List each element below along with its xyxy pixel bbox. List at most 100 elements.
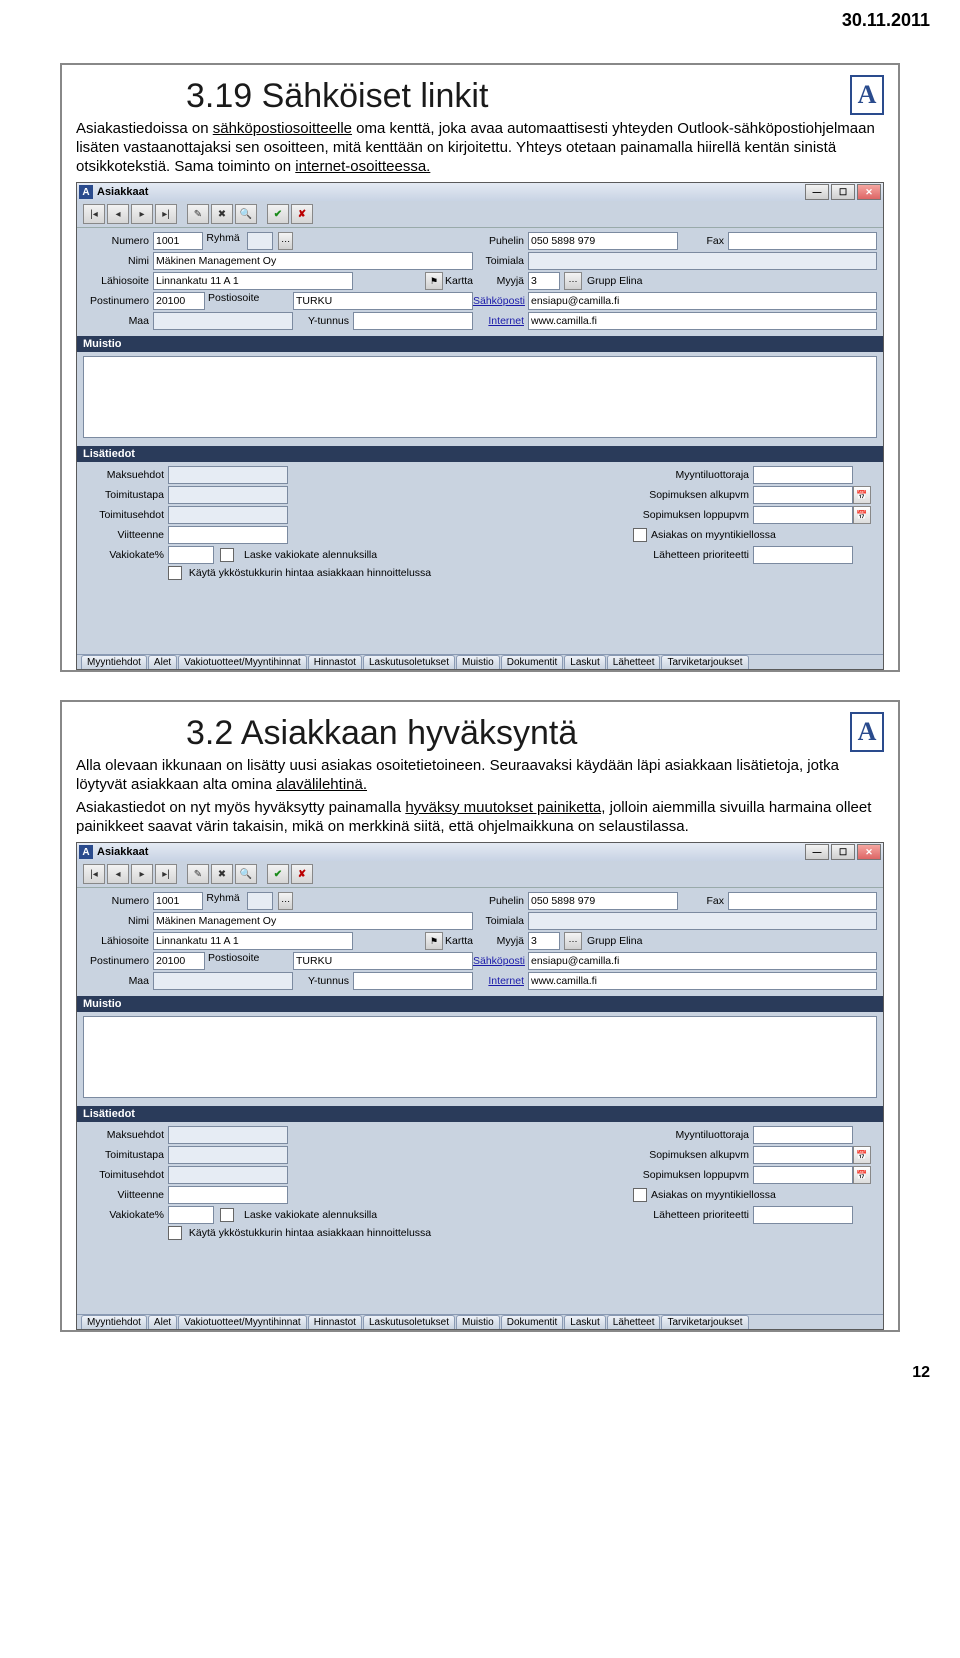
tab-lahetteet[interactable]: Lähetteet [607,655,661,669]
ytunnus-input[interactable] [353,972,473,990]
myyntiluotto-input[interactable] [753,1126,853,1144]
lahetteen-input[interactable] [753,1206,853,1224]
lahiosoite-input[interactable]: Linnankatu 11 A 1 [153,932,353,950]
tab-hinnastot[interactable]: Hinnastot [308,655,362,669]
tab-alet[interactable]: Alet [148,655,177,669]
toimitusehdot-input[interactable] [168,506,288,524]
search-button[interactable]: 🔍 [235,204,257,224]
vakiokate-input[interactable] [168,546,214,564]
nav-next-button[interactable]: ▸ [131,204,153,224]
tab-tarviketarjoukset[interactable]: Tarviketarjoukset [661,655,748,669]
toimitustapa-input[interactable] [168,486,288,504]
nav-next-button[interactable]: ▸ [131,864,153,884]
accept-button[interactable]: ✔ [267,864,289,884]
laske-vakio-checkbox[interactable] [220,548,234,562]
cancel-button[interactable]: ✘ [291,204,313,224]
nimi-input[interactable]: Mäkinen Management Oy [153,252,473,270]
calendar-icon[interactable]: 📅 [853,1146,871,1164]
fax-input[interactable] [728,892,877,910]
sahkoposti-link[interactable]: Sähköposti [473,295,528,307]
numero-input[interactable]: 1001 [153,232,203,250]
fax-input[interactable] [728,232,877,250]
nimi-input[interactable]: Mäkinen Management Oy [153,912,473,930]
tab-alet[interactable]: Alet [148,1315,177,1329]
laske-vakio-checkbox[interactable] [220,1208,234,1222]
myyja-input[interactable]: 3 [528,272,560,290]
nav-prev-button[interactable]: ◂ [107,204,129,224]
new-button[interactable]: ✎ [187,204,209,224]
toimiala-input[interactable] [528,252,877,270]
kartta-button[interactable]: ⚑ [425,272,443,290]
delete-button[interactable]: ✖ [211,864,233,884]
tab-laskutusoletukset[interactable]: Laskutusoletukset [363,1315,455,1329]
internet-link[interactable]: Internet [473,315,528,327]
calendar-icon[interactable]: 📅 [853,486,871,504]
maksuehdot-input[interactable] [168,1126,288,1144]
sop-loppu-input[interactable] [753,1166,853,1184]
search-button[interactable]: 🔍 [235,864,257,884]
close-button[interactable]: ✕ [857,844,881,860]
ryhma-lookup-button[interactable]: ⋯ [278,232,293,250]
ykkostukku-checkbox[interactable] [168,1226,182,1240]
internet-input[interactable]: www.camilla.fi [528,972,877,990]
maximize-button[interactable]: ☐ [831,844,855,860]
postinumero-input[interactable]: 20100 [153,292,205,310]
puhelin-input[interactable]: 050 5898 979 [528,232,678,250]
tab-muistio[interactable]: Muistio [456,1315,500,1329]
nav-first-button[interactable]: |◂ [83,204,105,224]
viitteenne-input[interactable] [168,526,288,544]
toimiala-input[interactable] [528,912,877,930]
tab-laskut[interactable]: Laskut [564,1315,605,1329]
nav-last-button[interactable]: ▸| [155,204,177,224]
sahkoposti-link[interactable]: Sähköposti [473,955,528,967]
tab-tarviketarjoukset[interactable]: Tarviketarjoukset [661,1315,748,1329]
nav-prev-button[interactable]: ◂ [107,864,129,884]
internet-link[interactable]: Internet [473,975,528,987]
vakiokate-input[interactable] [168,1206,214,1224]
myyja-input[interactable]: 3 [528,932,560,950]
myyntikielto-checkbox[interactable] [633,528,647,542]
internet-input[interactable]: www.camilla.fi [528,312,877,330]
maa-input[interactable] [153,312,293,330]
sop-loppu-input[interactable] [753,506,853,524]
lahiosoite-input[interactable]: Linnankatu 11 A 1 [153,272,353,290]
tab-dokumentit[interactable]: Dokumentit [501,655,564,669]
maksuehdot-input[interactable] [168,466,288,484]
calendar-icon[interactable]: 📅 [853,1166,871,1184]
close-button[interactable]: ✕ [857,184,881,200]
muistio-textarea[interactable] [83,1016,877,1098]
calendar-icon[interactable]: 📅 [853,506,871,524]
ytunnus-input[interactable] [353,312,473,330]
tab-hinnastot[interactable]: Hinnastot [308,1315,362,1329]
postinumero-input[interactable]: 20100 [153,952,205,970]
tab-laskutusoletukset[interactable]: Laskutusoletukset [363,655,455,669]
lahetteen-input[interactable] [753,546,853,564]
tab-dokumentit[interactable]: Dokumentit [501,1315,564,1329]
ryhma-lookup-button[interactable]: ⋯ [278,892,293,910]
ykkostukku-checkbox[interactable] [168,566,182,580]
cancel-button[interactable]: ✘ [291,864,313,884]
ryhma-input[interactable] [247,892,274,910]
nav-first-button[interactable]: |◂ [83,864,105,884]
nav-last-button[interactable]: ▸| [155,864,177,884]
toimitusehdot-input[interactable] [168,1166,288,1184]
numero-input[interactable]: 1001 [153,892,203,910]
sahkoposti-input[interactable]: ensiapu@camilla.fi [528,292,877,310]
sahkoposti-input[interactable]: ensiapu@camilla.fi [528,952,877,970]
new-button[interactable]: ✎ [187,864,209,884]
ryhma-input[interactable] [247,232,274,250]
toimitustapa-input[interactable] [168,1146,288,1164]
tab-vakiotuotteet[interactable]: Vakiotuotteet/Myyntihinnat [178,655,307,669]
postiosoite-input[interactable]: TURKU [293,292,473,310]
accept-button[interactable]: ✔ [267,204,289,224]
myyja-lookup-button[interactable]: ⋯ [564,932,582,950]
sop-alku-input[interactable] [753,486,853,504]
delete-button[interactable]: ✖ [211,204,233,224]
tab-lahetteet[interactable]: Lähetteet [607,1315,661,1329]
tab-vakiotuotteet[interactable]: Vakiotuotteet/Myyntihinnat [178,1315,307,1329]
maximize-button[interactable]: ☐ [831,184,855,200]
tab-myyntiehdot[interactable]: Myyntiehdot [81,655,147,669]
kartta-button[interactable]: ⚑ [425,932,443,950]
tab-laskut[interactable]: Laskut [564,655,605,669]
myyja-lookup-button[interactable]: ⋯ [564,272,582,290]
